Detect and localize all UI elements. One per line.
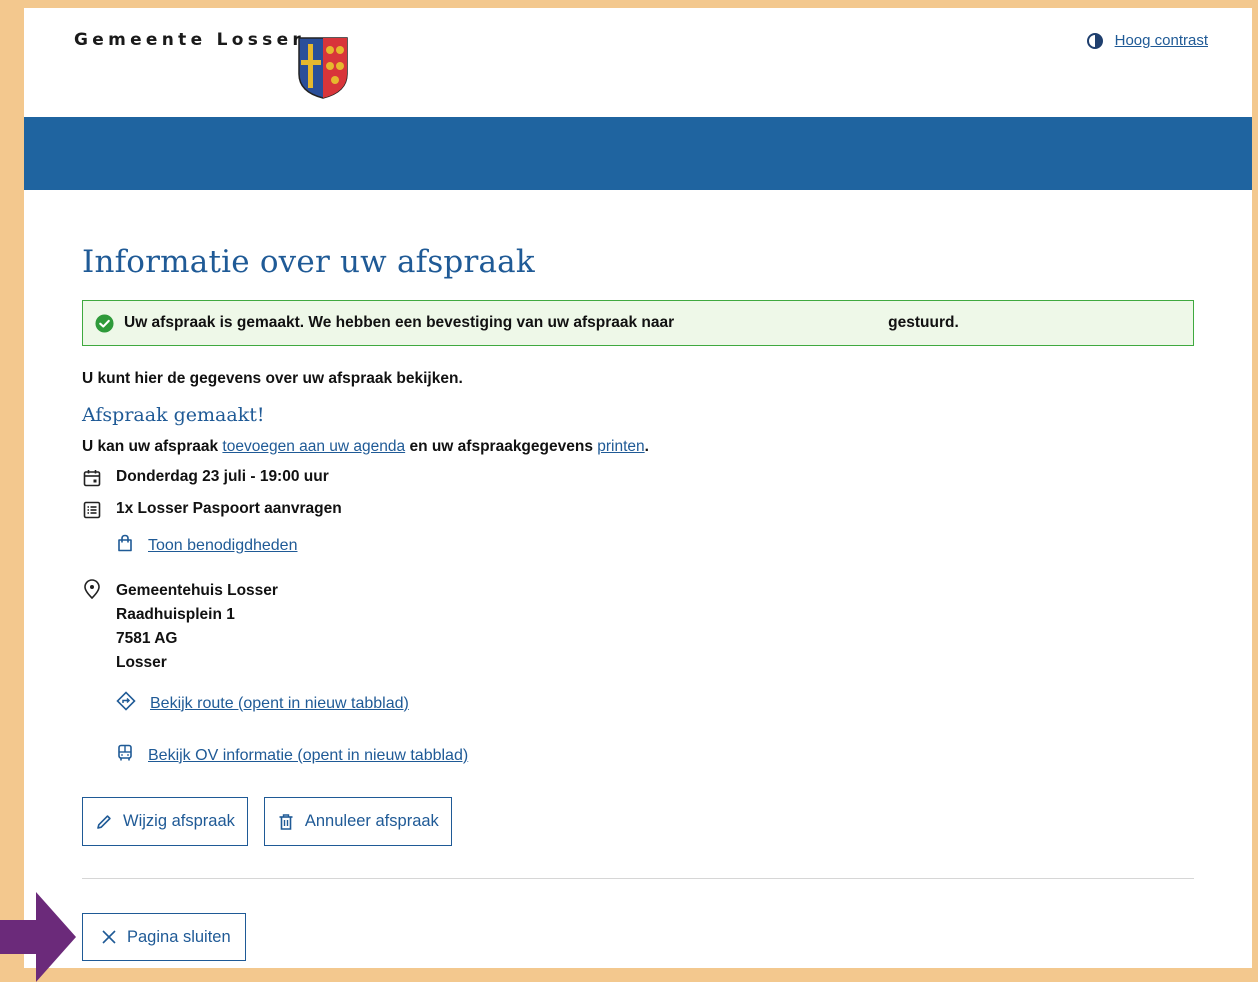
location-pin-icon xyxy=(82,579,102,599)
show-requirements-link[interactable]: Toon benodigdheden xyxy=(148,537,297,555)
edit-appointment-button[interactable]: Wijzig afspraak xyxy=(82,797,248,846)
alert-text-before: Uw afspraak is gemaakt. We hebben een be… xyxy=(124,314,675,331)
location-city: Losser xyxy=(116,654,167,671)
pointer-arrow-icon xyxy=(0,892,76,982)
appointment-product: 1x Losser Paspoort aanvragen xyxy=(82,500,1194,520)
ov-info-link[interactable]: Bekijk OV informatie (opent in nieuw tab… xyxy=(148,747,468,765)
route-item[interactable]: Bekijk route (opent in nieuw tabblad) xyxy=(116,691,1194,716)
product-text: 1x Losser Paspoort aanvragen xyxy=(116,500,342,517)
appointment-location: Gemeentehuis Losser Raadhuisplein 1 7581… xyxy=(82,579,1194,675)
alert-text-after: gestuurd. xyxy=(888,314,959,331)
bag-icon xyxy=(116,534,134,557)
calendar-icon xyxy=(82,468,102,488)
list-icon xyxy=(82,500,102,520)
cancel-appointment-label: Annuleer afspraak xyxy=(304,812,439,830)
intro-text: U kunt hier de gegevens over uw afspraak… xyxy=(82,370,463,387)
cancel-appointment-button[interactable]: Annuleer afspraak xyxy=(263,797,452,846)
header-band xyxy=(24,117,1252,190)
edit-appointment-label: Wijzig afspraak xyxy=(123,812,235,830)
bus-icon xyxy=(116,744,134,767)
trash-icon xyxy=(279,813,293,830)
route-link[interactable]: Bekijk route (opent in nieuw tabblad) xyxy=(150,695,409,713)
redacted-email xyxy=(674,313,889,333)
directions-icon xyxy=(116,691,136,716)
page-title: Informatie over uw afspraak xyxy=(82,244,535,280)
section-divider xyxy=(82,878,1194,879)
success-alert: Uw afspraak is gemaakt. We hebben een be… xyxy=(82,300,1194,346)
address-block: Gemeentehuis Losser Raadhuisplein 1 7581… xyxy=(116,579,278,675)
high-contrast-toggle[interactable]: Hoog contrast xyxy=(1086,32,1208,49)
check-circle-icon xyxy=(95,313,114,333)
datetime-text: Donderdag 23 juli - 19:00 uur xyxy=(116,468,329,485)
public-transport-item[interactable]: Bekijk OV informatie (opent in nieuw tab… xyxy=(116,744,1194,767)
municipality-crest-logo[interactable] xyxy=(297,36,349,100)
high-contrast-link[interactable]: Hoog contrast xyxy=(1115,32,1208,49)
add-to-calendar-link[interactable]: toevoegen aan uw agenda xyxy=(222,438,405,455)
action-buttons: Wijzig afspraak Annuleer afspraak xyxy=(82,797,1194,846)
pencil-icon xyxy=(97,814,111,829)
close-page-button[interactable]: Pagina sluiten xyxy=(82,913,246,961)
calendar-middle: en uw afspraakgegevens xyxy=(405,438,598,455)
site-brand[interactable]: Gemeente Losser xyxy=(74,30,305,50)
calendar-suffix: . xyxy=(644,438,649,455)
close-icon xyxy=(102,930,116,944)
location-name: Gemeentehuis Losser xyxy=(116,582,278,599)
calendar-prefix: U kan uw afspraak xyxy=(82,438,223,455)
page-frame: Gemeente Losser Hoog contrast Informatie… xyxy=(24,8,1252,968)
appointment-heading: Afspraak gemaakt! xyxy=(82,404,265,426)
calendar-print-line: U kan uw afspraak toevoegen aan uw agend… xyxy=(82,438,1194,456)
contrast-icon xyxy=(1086,32,1103,49)
requirements-item[interactable]: Toon benodigdheden xyxy=(116,534,1194,557)
site-header: Gemeente Losser Hoog contrast xyxy=(24,8,1252,118)
print-link[interactable]: printen xyxy=(597,438,644,455)
main-content: Informatie over uw afspraak Uw afspraak … xyxy=(82,244,1194,961)
location-street: Raadhuisplein 1 xyxy=(116,606,235,623)
appointment-datetime: Donderdag 23 juli - 19:00 uur xyxy=(82,468,1194,488)
close-page-label: Pagina sluiten xyxy=(127,927,231,946)
location-postcode: 7581 AG xyxy=(116,630,178,647)
